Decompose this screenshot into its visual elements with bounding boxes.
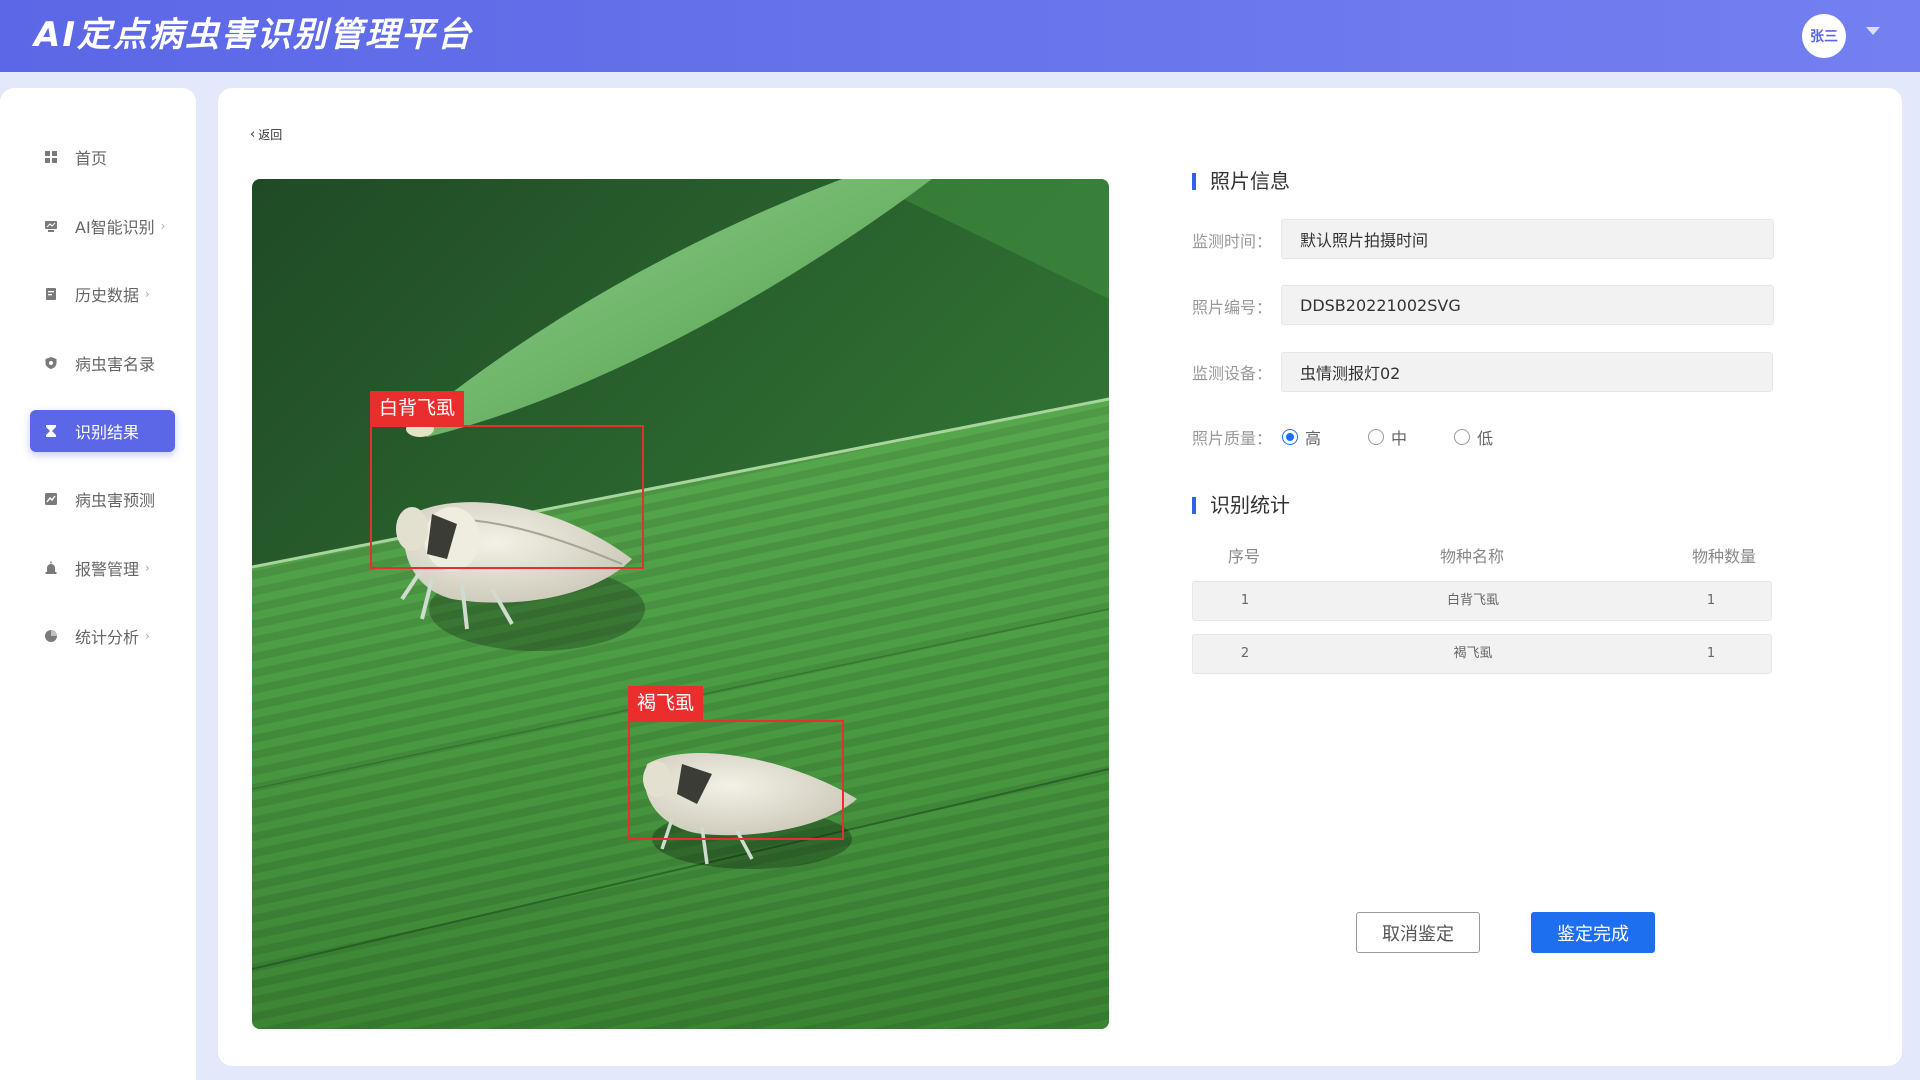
section-title-recognition-stats: 识别统计 [1192, 492, 1290, 518]
sidebar-item-ai-recognition[interactable]: AI智能识别 › [30, 205, 175, 247]
back-label: 返回 [258, 128, 283, 142]
sidebar-item-pest-forecast[interactable]: 病虫害预测 [30, 478, 175, 520]
pest-photo-illustration [252, 179, 1109, 1029]
photo-id-field[interactable]: DDSB20221002SVG [1281, 285, 1774, 325]
user-avatar[interactable]: 张三 [1802, 14, 1846, 58]
sidebar-item-alarm-management[interactable]: 报警管理 › [30, 547, 175, 589]
chevron-right-icon: › [145, 629, 150, 643]
radio-label: 高 [1305, 429, 1322, 448]
pest-photo: 白背飞虱 褐飞虱 [252, 179, 1109, 1029]
column-header-species-name: 物种名称 [1439, 547, 1504, 566]
chevron-right-icon: › [160, 219, 166, 233]
cell-species-count: 1 [1706, 593, 1716, 608]
monitor-time-field[interactable]: 默认照片拍摄时间 [1281, 219, 1774, 259]
sidebar-item-home[interactable]: 首页 [30, 136, 175, 178]
section-title-photo-info: 照片信息 [1192, 168, 1290, 194]
sidebar-item-label: AI智能识别 [75, 218, 155, 237]
field-label-quality: 照片质量： [1192, 429, 1273, 448]
field-label-device: 监测设备： [1192, 364, 1273, 383]
app-title: AI定点病虫害识别管理平台 [34, 15, 473, 55]
document-icon [44, 287, 58, 301]
pie-icon [44, 629, 58, 643]
chevron-right-icon: › [145, 287, 150, 301]
sidebar-item-label: 病虫害名录 [75, 355, 156, 374]
quality-radio-high[interactable]: 高 [1282, 425, 1321, 449]
cancel-identification-button[interactable]: 取消鉴定 [1356, 912, 1480, 953]
sidebar-item-label: 首页 [75, 149, 108, 168]
radio-dot [1368, 429, 1384, 445]
cell-species-name: 白背飞虱 [1446, 593, 1499, 608]
radio-label: 中 [1391, 429, 1408, 448]
sidebar-item-recognition-results[interactable]: 识别结果 [30, 410, 175, 452]
chevron-right-icon: › [145, 561, 150, 575]
sidebar-item-label: 历史数据 [75, 286, 140, 305]
identification-complete-button[interactable]: 鉴定完成 [1531, 912, 1655, 953]
device-field[interactable]: 虫情测报灯02 [1281, 352, 1773, 392]
cell-species-count: 1 [1706, 646, 1716, 661]
shield-icon [44, 356, 58, 370]
sidebar-item-label: 病虫害预测 [75, 491, 156, 510]
quality-radio-medium[interactable]: 中 [1368, 425, 1407, 449]
cell-index: 1 [1240, 593, 1250, 608]
hourglass-icon [44, 424, 58, 438]
field-label-photo-id: 照片编号： [1192, 298, 1273, 317]
sidebar: 首页 AI智能识别 › 历史数据 › 病虫害名录 识别结果 病虫害预测 报警管理… [0, 88, 196, 1080]
sidebar-item-label: 报警管理 [75, 560, 140, 579]
cell-index: 2 [1240, 646, 1250, 661]
chevron-down-icon[interactable] [1866, 27, 1880, 35]
sidebar-item-pest-catalog[interactable]: 病虫害名录 [30, 342, 175, 384]
chart-icon [44, 492, 58, 506]
column-header-species-count: 物种数量 [1691, 547, 1756, 566]
cell-species-name: 褐飞虱 [1453, 646, 1493, 661]
table-row[interactable]: 2 褐飞虱 1 [1192, 634, 1772, 674]
radio-dot [1282, 429, 1298, 445]
detection-box[interactable] [628, 720, 844, 840]
sidebar-item-label: 统计分析 [75, 628, 140, 647]
monitor-icon [44, 219, 58, 233]
quality-radio-low[interactable]: 低 [1454, 425, 1493, 449]
radio-dot [1454, 429, 1470, 445]
grid-icon [44, 150, 58, 164]
table-row[interactable]: 1 白背飞虱 1 [1192, 581, 1772, 621]
top-header: AI定点病虫害识别管理平台 张三 [0, 0, 1920, 72]
chevron-left-icon: ‹ [250, 127, 256, 142]
detection-label: 褐飞虱 [628, 686, 704, 720]
sidebar-item-history[interactable]: 历史数据 › [30, 273, 175, 315]
back-link[interactable]: ‹ 返回 [250, 126, 282, 143]
sidebar-item-statistics[interactable]: 统计分析 › [30, 615, 175, 657]
detection-label: 白背飞虱 [370, 391, 465, 425]
detection-box[interactable] [370, 425, 644, 569]
field-label-monitor-time: 监测时间： [1192, 232, 1273, 251]
sidebar-item-label: 识别结果 [75, 423, 140, 442]
alarm-icon [44, 561, 58, 575]
radio-label: 低 [1477, 429, 1494, 448]
column-header-index: 序号 [1227, 547, 1260, 566]
